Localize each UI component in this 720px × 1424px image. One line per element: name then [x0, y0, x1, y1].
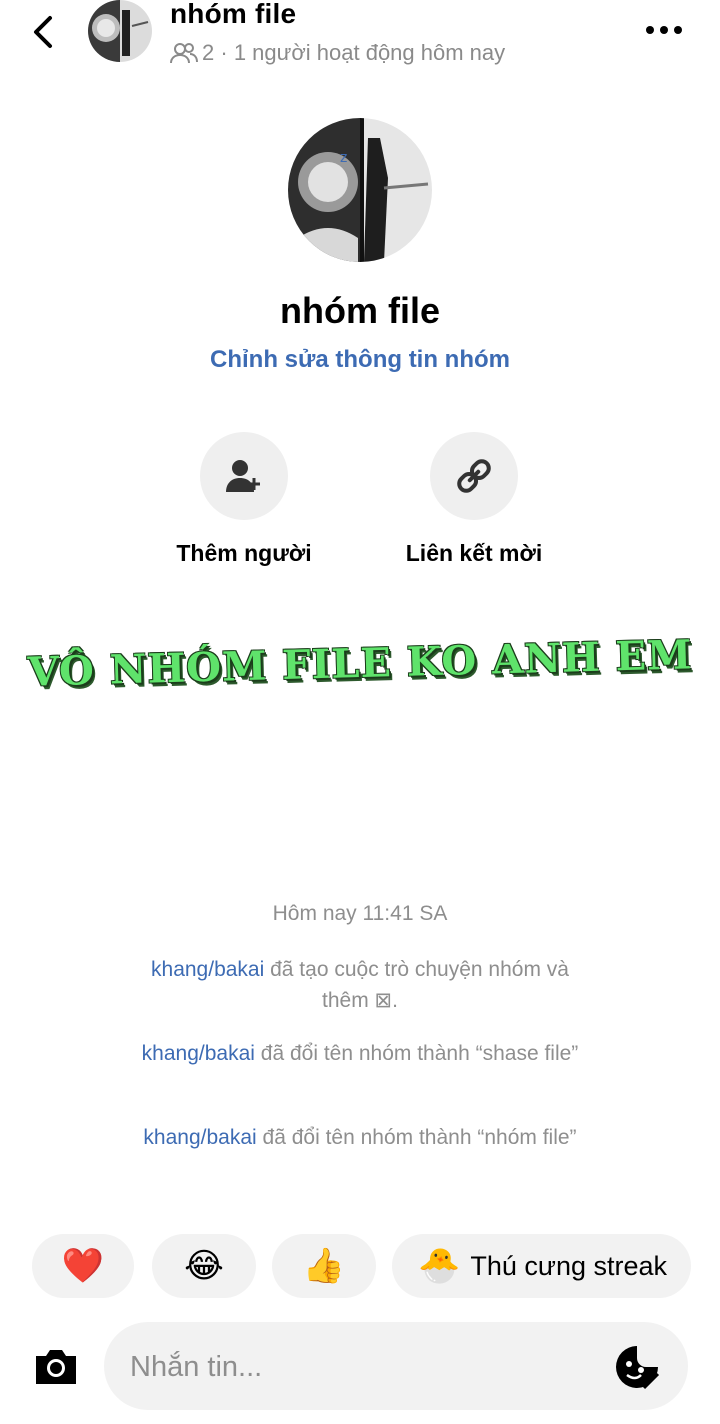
header-subtitle: 2 · 1 người hoạt động hôm nay — [170, 40, 505, 66]
quick-reply-bar: ❤️ 😂 👍 🐣 Thú cưng streak — [32, 1234, 720, 1298]
system-message: khang/bakai đã tạo cuộc trò chuyện nhóm … — [130, 954, 590, 1016]
quick-reply-laugh[interactable]: 😂 — [152, 1234, 256, 1298]
sticker-icon[interactable] — [614, 1344, 660, 1390]
add-person-icon — [226, 460, 260, 492]
thumbs-up-icon: 👍 — [302, 1247, 346, 1285]
system-message: khang/bakai đã đổi tên nhóm thành “shase… — [130, 1038, 590, 1069]
group-avatar-small[interactable] — [88, 0, 152, 62]
invite-link-label: Liên kết mời — [405, 540, 543, 566]
svg-text:z: z — [340, 150, 347, 166]
pet-chick-icon: 🐣 — [418, 1247, 461, 1285]
invite-link-button[interactable] — [430, 432, 518, 520]
member-count: 2 — [202, 40, 215, 65]
heart-icon: ❤️ — [61, 1247, 105, 1285]
group-avatar-large[interactable]: z — [288, 118, 432, 262]
quick-reply-heart[interactable]: ❤️ — [32, 1234, 134, 1298]
laughing-face-icon: 😂 — [184, 1247, 224, 1285]
camera-icon[interactable] — [32, 1344, 80, 1388]
add-people-label: Thêm người — [176, 540, 312, 566]
actor-link[interactable]: khang/bakai — [143, 1126, 256, 1149]
add-people-action[interactable]: Thêm người — [154, 432, 334, 567]
conversation-timestamp: Hôm nay 11:41 SA — [272, 902, 448, 925]
activity-status: 1 người hoạt động hôm nay — [233, 40, 506, 65]
system-message-text: đã đổi tên nhóm thành “nhóm file” — [256, 1126, 577, 1149]
header-title[interactable]: nhóm file — [170, 0, 296, 30]
members-icon — [170, 43, 198, 64]
system-message-text: đã đổi tên nhóm thành “shase file” — [254, 1042, 579, 1065]
system-message: khang/bakai đã đổi tên nhóm thành “nhóm … — [130, 1122, 590, 1153]
system-message-text: đã tạo cuộc trò chuyện nhóm và thêm ⊠. — [264, 958, 569, 1012]
actor-link[interactable]: khang/bakai — [142, 1042, 255, 1065]
subtitle-separator: · — [214, 40, 234, 65]
add-people-button[interactable] — [200, 432, 288, 520]
banner-text: VÔ NHÓM FILE KO ANH EM — [27, 631, 693, 696]
actor-link[interactable]: khang/bakai — [151, 958, 264, 981]
more-options-icon[interactable] — [644, 20, 684, 40]
chat-header: nhóm file 2 · 1 người hoạt động hôm nay — [0, 0, 720, 80]
invite-link-action[interactable]: Liên kết mời — [384, 432, 564, 567]
message-composer — [104, 1322, 688, 1412]
quick-reply-thumbs-up[interactable]: 👍 — [272, 1234, 376, 1298]
group-name: nhóm file — [280, 290, 440, 331]
message-input[interactable] — [128, 1322, 592, 1412]
overlay-banner: VÔ NHÓM FILE KO ANH EM — [0, 631, 720, 697]
link-icon — [457, 459, 491, 493]
quick-reply-pet-streak[interactable]: 🐣 Thú cưng streak — [392, 1234, 692, 1298]
edit-group-info-link[interactable]: Chỉnh sửa thông tin nhóm — [0, 346, 720, 374]
pet-streak-label: Thú cưng streak — [470, 1250, 668, 1281]
back-arrow-icon[interactable] — [26, 12, 62, 52]
